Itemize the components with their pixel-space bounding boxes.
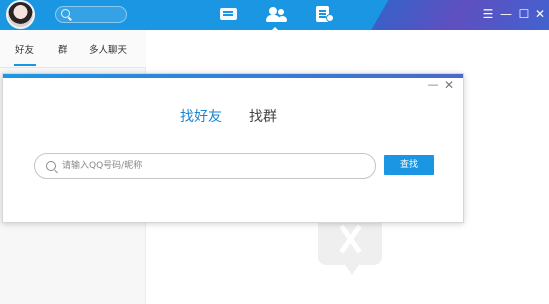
- find-dialog: — ✕ 找好友 找群 查找: [2, 73, 464, 223]
- search-icon: [46, 161, 56, 171]
- contacts-tab-icon[interactable]: [266, 5, 287, 23]
- dialog-minimize-icon[interactable]: —: [427, 79, 439, 91]
- tab-groups[interactable]: 群: [58, 42, 68, 56]
- tab-find-groups[interactable]: 找群: [249, 106, 277, 126]
- tab-find-friends[interactable]: 找好友: [180, 106, 222, 126]
- contacts-tabs: 好友 群 多人聊天: [0, 30, 146, 68]
- tab-friends[interactable]: 好友: [15, 42, 34, 56]
- active-tab-underline: [14, 64, 36, 66]
- find-button[interactable]: 查找: [384, 155, 434, 175]
- space-tab-icon[interactable]: [314, 5, 334, 23]
- qq-logo-watermark-icon: [318, 215, 382, 277]
- dialog-accent-bar: [3, 74, 463, 78]
- menu-icon[interactable]: ☰: [481, 6, 495, 22]
- messages-tab-icon[interactable]: [218, 5, 238, 23]
- search-icon: [61, 9, 70, 18]
- find-search-box[interactable]: [34, 153, 376, 179]
- maximize-icon[interactable]: ☐: [517, 6, 531, 22]
- active-tab-indicator: [271, 27, 279, 30]
- dialog-close-icon[interactable]: ✕: [443, 79, 455, 91]
- minimize-icon[interactable]: —: [499, 6, 513, 22]
- avatar[interactable]: [6, 0, 35, 29]
- find-search-input[interactable]: [62, 158, 362, 174]
- title-bar: ☰ — ☐ ✕: [0, 0, 549, 30]
- tab-multi-chat[interactable]: 多人聊天: [89, 42, 127, 56]
- global-search-box[interactable]: [55, 6, 127, 23]
- close-icon[interactable]: ✕: [533, 6, 547, 22]
